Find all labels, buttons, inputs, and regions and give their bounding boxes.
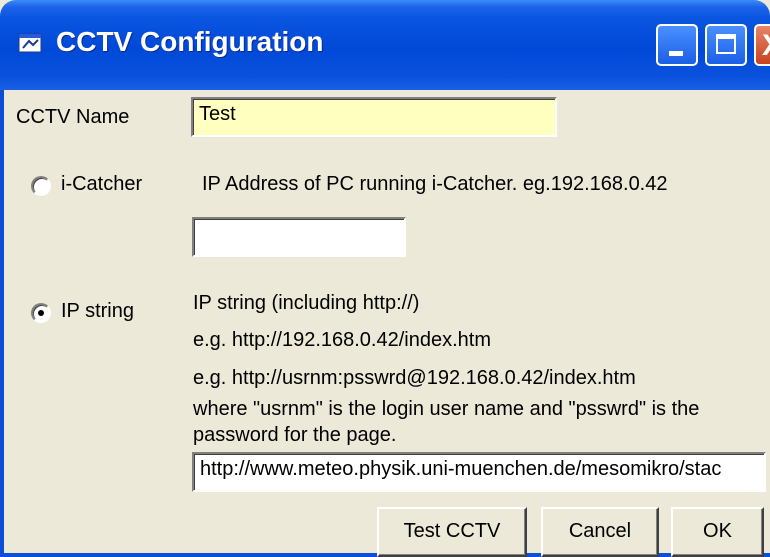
- ipstring-hint-1: IP string (including http://): [193, 292, 420, 314]
- close-button[interactable]: X: [754, 24, 770, 66]
- cctv-name-input[interactable]: Test: [191, 97, 557, 137]
- cancel-button[interactable]: Cancel: [541, 507, 659, 557]
- minimize-icon: [669, 51, 683, 56]
- ipstring-hint-5: password for the page.: [193, 424, 397, 446]
- ipstring-hint-2: e.g. http://192.168.0.42/index.htm: [193, 329, 491, 351]
- test-cctv-button[interactable]: Test CCTV: [377, 507, 527, 557]
- minimize-button[interactable]: [656, 24, 698, 66]
- icatcher-radio[interactable]: [31, 176, 51, 196]
- icatcher-ip-input[interactable]: [192, 217, 406, 257]
- ok-button[interactable]: OK: [671, 507, 764, 557]
- close-icon: X: [762, 31, 770, 61]
- cctv-name-label: CCTV Name: [16, 106, 130, 128]
- ipstring-input[interactable]: http://www.meteo.physik.uni-muenchen.de/…: [192, 452, 766, 492]
- maximize-icon: [716, 34, 736, 54]
- camera-app-icon: [18, 33, 42, 53]
- ipstring-radio-label[interactable]: IP string: [61, 300, 134, 323]
- cctv-configuration-dialog: CCTV Configuration X CCTV Name Test i-Ca…: [0, 0, 770, 557]
- ipstring-hint-3: e.g. http://usrnm:psswrd@192.168.0.42/in…: [193, 367, 636, 389]
- title-bar[interactable]: CCTV Configuration X: [0, 0, 770, 90]
- radio-selected-dot: [38, 310, 44, 316]
- ipstring-radio[interactable]: [31, 303, 51, 323]
- icatcher-hint: IP Address of PC running i-Catcher. eg.1…: [202, 173, 668, 195]
- icatcher-radio-label[interactable]: i-Catcher: [61, 173, 142, 196]
- window-title: CCTV Configuration: [56, 26, 324, 57]
- maximize-button[interactable]: [705, 24, 747, 66]
- ipstring-hint-4: where "usrnm" is the login user name and…: [193, 398, 700, 420]
